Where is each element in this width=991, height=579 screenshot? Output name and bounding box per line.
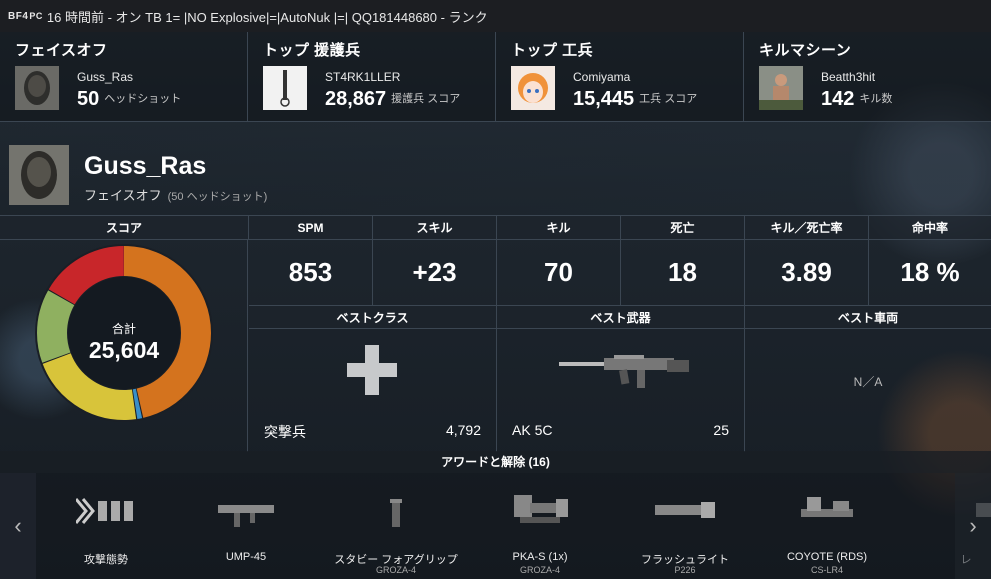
award-item[interactable]: スタビー フォアグリップ GROZA-4 [326,473,466,579]
chevron-left-icon[interactable]: ‹ [0,473,36,579]
score-donut: 合計 25,604 [0,240,248,452]
hero-name[interactable]: Beatth3hit [821,70,875,84]
hero-title: トップ 工兵 [511,42,594,59]
best-class-header: ベストクラス [249,305,497,329]
total-label: 合計 [111,322,136,336]
hero-top-engineer[interactable]: トップ 工兵 Comiyama 15,445 工兵 スコア [496,32,744,121]
best-vehicle-header: ベスト車両 [745,305,991,329]
bf4-logo: BF4PC [8,10,43,22]
assault-stance-icon [76,498,133,524]
award-title: UMP-45 [225,551,267,563]
avatar [263,66,307,110]
hero-value: 50 ヘッドショット [77,88,182,110]
stat-header: キル [497,216,621,240]
award-item[interactable]: COYOTE (RDS) CS-LR4 [757,473,897,579]
award-subtitle: P226 [674,565,696,575]
best-weapon-kills: 25 [713,422,729,438]
awards-carousel: 攻撃態勢 UMP-45 スタビー フォアグリップ GROZA-4 PKA-S (… [0,473,991,579]
best-class-name: 突撃兵 [264,424,306,440]
hero-value: 28,867 援護兵 スコア [325,88,461,110]
stat-header: 命中率 [869,216,991,240]
flashlight-icon [655,502,715,518]
award-item[interactable]: フラッシュライト P226 [615,473,755,579]
award-title: COYOTE (RDS) [786,551,868,563]
stat-header: スキル [373,216,497,240]
best-weapon-header: ベスト武器 [497,305,745,329]
stat-header: SPM [249,216,373,240]
player-subtitle: フェイスオフ (50 ヘッドショット) [84,188,268,203]
avatar [15,66,59,110]
scope-icon [514,495,568,523]
assault-class-icon [347,345,397,395]
award-item[interactable]: 攻撃態勢 [36,473,176,579]
spm-value: 853 [249,240,373,305]
hero-name[interactable]: Guss_Ras [77,70,133,84]
hero-title: キルマシーン [759,42,852,59]
server-info: 16 時間前 - オン TB 1= |NO Explosive|=|AutoNu… [46,9,488,25]
hero-top-support[interactable]: トップ 援護兵 ST4RK1LLER 28,867 援護兵 スコア [248,32,496,121]
kdr-value: 3.89 [745,240,869,305]
stats-grid: スコア SPM スキル キル 死亡 キル／死亡率 命中率 853 +23 70 … [0,215,991,452]
hero-faceoff[interactable]: フェイスオフ Guss_Ras 50 ヘッドショット [0,32,248,121]
total-score: 25,604 [88,337,160,363]
avatar [759,66,803,110]
award-item[interactable]: PKA-S (1x) GROZA-4 [470,473,610,579]
player-avatar [9,145,69,205]
smg-icon [218,505,274,527]
hero-name[interactable]: ST4RK1LLER [325,70,400,84]
best-class-score: 4,792 [445,422,481,438]
stat-header: 死亡 [621,216,745,240]
hero-title: トップ 援護兵 [263,42,361,59]
player-profile: Guss_Ras フェイスオフ (50 ヘッドショット) [0,122,991,215]
top-players-row: フェイスオフ Guss_Ras 50 ヘッドショット トップ 援護兵 ST4RK1… [0,32,991,122]
best-weapon-name: AK 5C [512,422,553,438]
player-name[interactable]: Guss_Ras [84,152,206,181]
score-header: スコア [0,216,249,240]
award-title: 攻撃態勢 [84,554,128,566]
accuracy-value: 18 % [900,257,960,287]
best-weapon-panel[interactable]: AK 5C 25 [497,329,745,452]
award-subtitle: GROZA-4 [519,565,560,575]
award-subtitle: CS-LR4 [810,565,843,575]
avatar [511,66,555,110]
chevron-right-icon[interactable]: › [955,473,991,579]
stat-header: キル／死亡率 [745,216,869,240]
best-vehicle-panel: N／A [745,329,991,452]
awards-header: アワードと解除 (16) [0,451,991,473]
awards-section: アワードと解除 (16) 攻撃態勢 UMP-45 スタビー フォアグリップ GR… [0,451,991,579]
skill-value: +23 [373,240,497,305]
kills-value: 70 [497,240,621,305]
award-item[interactable]: UMP-45 [176,473,316,579]
award-subtitle: GROZA-4 [375,565,416,575]
top-bar: BF4PC 16 時間前 - オン TB 1= |NO Explosive|=|… [0,0,991,32]
award-title: PKA-S (1x) [512,551,568,563]
red-dot-sight-icon [801,497,853,517]
foregrip-icon [390,499,402,527]
hero-name[interactable]: Comiyama [573,70,630,84]
best-vehicle-value: N／A [853,375,883,389]
best-class-panel[interactable]: 突撃兵 4,792 [249,329,497,452]
deaths-value: 18 [621,240,745,305]
hero-title: フェイスオフ [15,42,108,59]
hero-value: 142 キル数 [821,88,893,110]
hero-value: 15,445 工兵 スコア [573,88,698,110]
hero-kill-machine[interactable]: キルマシーン Beatth3hit 142 キル数 [744,32,991,121]
rifle-icon [559,355,689,388]
